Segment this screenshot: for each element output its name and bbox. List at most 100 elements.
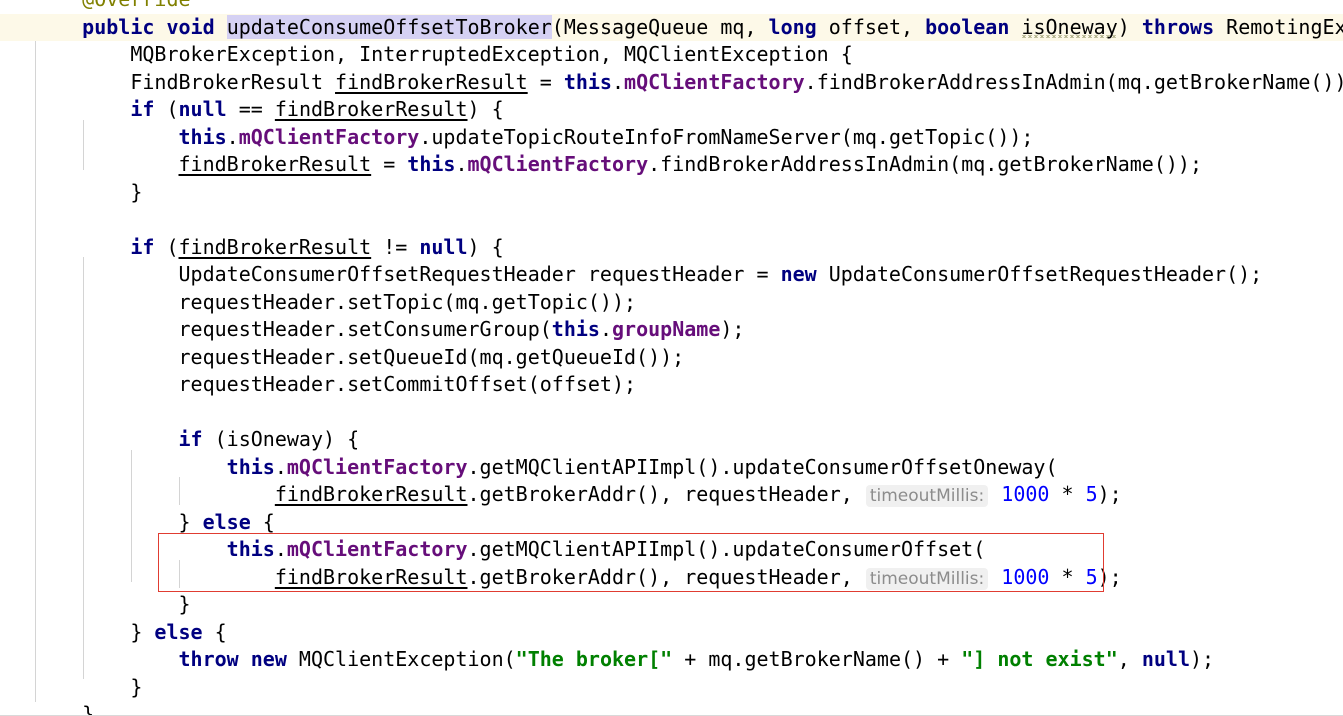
keyword-token: else (202, 509, 251, 534)
code-token: } (178, 509, 203, 534)
keyword-token: null (419, 234, 468, 259)
code-token: } (82, 702, 95, 716)
number-literal-token: 1000 (1001, 564, 1050, 589)
code-token: . (611, 69, 625, 94)
selected-method-name: updateConsumeOffsetToBroker (226, 14, 552, 39)
code-token: { (202, 619, 227, 644)
code-line[interactable]: this.mQClientFactory.getMQClientAPIImpl(… (0, 536, 1343, 564)
code-line[interactable]: if (isOneway) { (0, 426, 1343, 454)
code-token: . (599, 317, 612, 341)
code-token: ); (1097, 564, 1122, 589)
code-line[interactable]: requestHeader.setTopic(mq.getTopic()); (0, 289, 1343, 317)
code-line[interactable]: } (0, 591, 1343, 619)
code-token: } (130, 619, 155, 644)
keyword-token: void (166, 14, 215, 39)
code-token: = (371, 152, 408, 176)
number-literal-token: 5 (1085, 564, 1098, 589)
code-line[interactable]: findBrokerResult.getBrokerAddr(), reques… (0, 564, 1343, 592)
code-token: .findBrokerAddressInAdmin(mq.getBrokerNa… (648, 152, 1203, 176)
code-token: ); (1190, 647, 1215, 671)
number-literal-token: 1000 (1001, 482, 1050, 506)
code-line[interactable]: findBrokerResult = this.mQClientFactory.… (0, 151, 1343, 179)
local-variable-token: findBrokerResult (274, 482, 468, 506)
code-text-surface[interactable]: @Override public void updateConsumeOffse… (0, 0, 1343, 716)
code-line[interactable] (0, 399, 1343, 427)
keyword-token: else (154, 619, 203, 644)
code-line[interactable]: @Override (0, 0, 1343, 14)
code-token: { (250, 509, 275, 534)
code-line[interactable]: requestHeader.setCommitOffset(offset); (0, 371, 1343, 399)
code-line[interactable]: } else { (0, 619, 1343, 647)
code-token: .findBrokerAddressInAdmin(mq.getBrokerNa… (804, 69, 1343, 94)
number-literal-token: 5 (1085, 482, 1098, 506)
code-token: , (1117, 647, 1142, 671)
code-line[interactable]: if (null == findBrokerResult) { (0, 96, 1343, 124)
code-line[interactable]: this.mQClientFactory.updateTopicRouteInf… (0, 124, 1343, 152)
code-token: . (455, 152, 468, 176)
local-variable-token: findBrokerResult (178, 152, 372, 176)
code-line[interactable] (0, 206, 1343, 234)
code-token: } (130, 179, 143, 204)
keyword-token: this (551, 317, 600, 341)
code-token: } (178, 592, 191, 616)
code-token: * (1049, 564, 1086, 589)
code-line[interactable]: throw new MQClientException("The broker[… (0, 646, 1343, 674)
keyword-token: this (178, 124, 227, 149)
code-line[interactable]: findBrokerResult.getBrokerAddr(), reques… (0, 481, 1343, 509)
code-token: requestHeader.setTopic(mq.getTopic()); (178, 289, 637, 314)
keyword-token: if (130, 234, 155, 259)
string-literal-token: "] not exist" (961, 647, 1118, 671)
code-token: FindBrokerResult (130, 69, 336, 94)
keyword-token: long (768, 14, 817, 39)
code-line[interactable]: } (0, 674, 1343, 702)
code-line[interactable]: requestHeader.setQueueId(mq.getQueueId()… (0, 344, 1343, 372)
code-token: + mq.getBrokerName() + (672, 647, 962, 671)
code-line[interactable]: this.mQClientFactory.getMQClientAPIImpl(… (0, 454, 1343, 482)
code-token: .getBrokerAddr(), requestHeader, (467, 482, 865, 506)
code-line[interactable]: UpdateConsumerOffsetRequestHeader reques… (0, 261, 1343, 289)
code-line[interactable]: } (0, 179, 1343, 207)
keyword-token: new (780, 262, 817, 286)
annotation-token: @Override (82, 0, 190, 11)
code-line[interactable]: } else { (0, 509, 1343, 537)
code-token: UpdateConsumerOffsetRequestHeader(); (816, 262, 1263, 286)
keyword-token: public (82, 14, 155, 39)
code-editor[interactable]: @Override public void updateConsumeOffse… (0, 0, 1343, 716)
field-token: mQClientFactory (286, 537, 468, 561)
code-token: (isOneway) { (202, 427, 360, 451)
code-token: offset, (816, 14, 926, 39)
code-token: .getMQClientAPIImpl().updateConsumerOffs… (467, 537, 986, 561)
code-token: MQBrokerException, InterruptedException,… (130, 42, 853, 66)
code-line[interactable]: if (findBrokerResult != null) { (0, 234, 1343, 262)
code-line[interactable]: public void updateConsumeOffsetToBroker(… (0, 13, 1343, 41)
code-token: . (226, 124, 239, 149)
code-line[interactable]: FindBrokerResult findBrokerResult = this… (0, 69, 1343, 97)
code-line[interactable]: MQBrokerException, InterruptedException,… (0, 41, 1343, 69)
code-line[interactable]: requestHeader.setConsumerGroup(this.grou… (0, 316, 1343, 344)
code-line[interactable]: } (0, 701, 1343, 716)
keyword-token: this (407, 152, 456, 176)
code-token: requestHeader.setCommitOffset(offset); (178, 372, 637, 396)
